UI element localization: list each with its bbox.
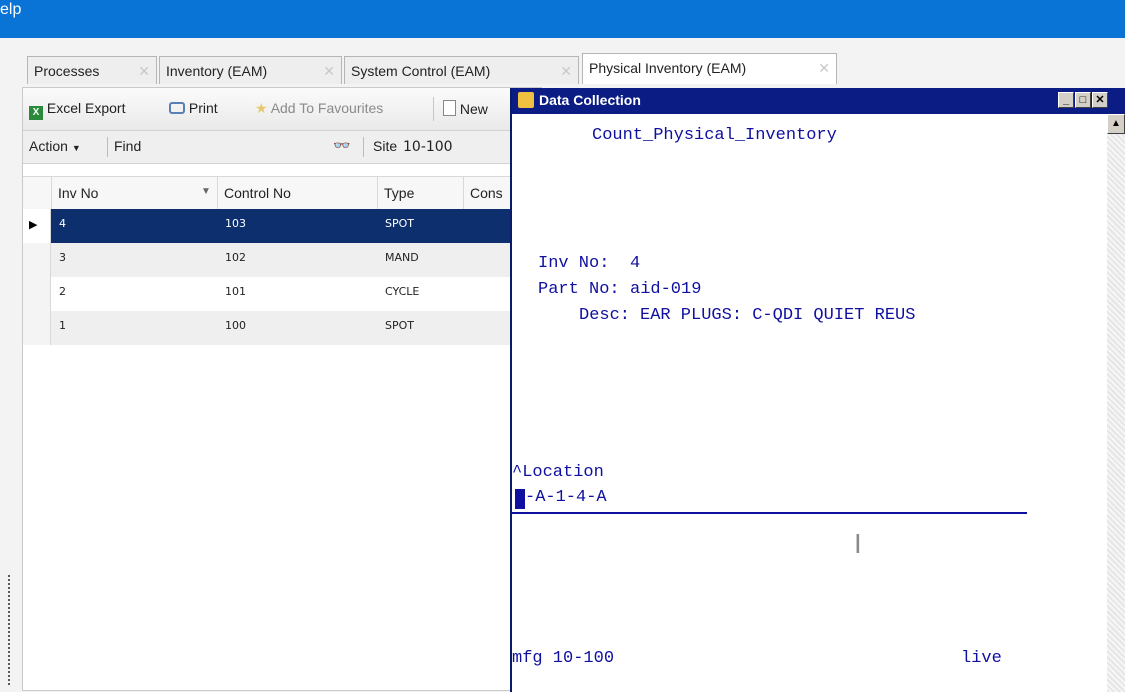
tab-label: Processes	[34, 63, 100, 79]
chevron-down-icon: ▼	[71, 143, 81, 153]
excel-icon: X	[29, 106, 43, 120]
part-no-label: Part No:	[538, 280, 620, 299]
column-header-inv-no[interactable]: Inv No	[51, 177, 217, 209]
part-no-value: aid-019	[630, 280, 702, 299]
minimize-icon[interactable]: _	[1058, 92, 1074, 108]
row-selector[interactable]: ▶	[23, 209, 51, 243]
table-row[interactable]: 1 100 SPOT	[23, 311, 543, 345]
cell-inv-no: 2	[59, 285, 66, 298]
tab-system-control-eam[interactable]: System Control (EAM) ✕	[344, 56, 579, 84]
cell-control-no: 101	[225, 285, 246, 298]
cell-inv-no: 4	[59, 217, 66, 230]
glasses-icon[interactable]: 👓	[333, 137, 350, 154]
tab-processes[interactable]: Processes ✕	[27, 56, 157, 84]
close-icon[interactable]: ✕	[138, 57, 150, 85]
program-title: Count_Physical_Inventory	[592, 126, 837, 145]
row-selector[interactable]	[23, 311, 51, 345]
find-button[interactable]: Find	[114, 138, 141, 154]
grid-header: Inv No ▼ Control No Type Cons	[23, 176, 543, 210]
tab-label: System Control (EAM)	[351, 63, 491, 79]
row-selector[interactable]	[23, 277, 51, 311]
close-icon[interactable]: ✕	[323, 57, 335, 85]
window-titlebar[interactable]: Data Collection _ □ ✕	[512, 88, 1125, 114]
printer-icon	[169, 102, 185, 114]
new-document-icon	[443, 100, 456, 116]
cell-type: MAND	[385, 251, 419, 264]
vertical-scrollbar[interactable]: ▲	[1107, 114, 1125, 692]
location-value: -A-1-4-A	[525, 488, 607, 507]
table-row[interactable]: ▶ 4 103 SPOT	[23, 209, 543, 243]
scroll-up-icon[interactable]: ▲	[1107, 114, 1125, 134]
excel-export-button[interactable]: X Excel Export	[29, 100, 125, 120]
action-dropdown[interactable]: Action ▼	[29, 138, 81, 154]
data-collection-window[interactable]: Data Collection _ □ ✕ Count_Physical_Inv…	[510, 88, 1125, 692]
inv-no-label: Inv No:	[538, 254, 610, 273]
row-selector[interactable]	[23, 243, 51, 277]
table-row[interactable]: 3 102 MAND	[23, 243, 543, 277]
cell-control-no: 103	[225, 217, 246, 230]
desc-label: Desc:	[579, 306, 631, 325]
current-row-arrow-icon: ▶	[29, 218, 38, 231]
toolbar: X Excel Export Print ★ Add To Favourites…	[23, 88, 543, 131]
toolbar-separator	[433, 97, 434, 121]
close-icon[interactable]: ✕	[818, 54, 830, 82]
location-label: ^Location	[512, 463, 604, 482]
tab-label: Inventory (EAM)	[166, 63, 268, 79]
tab-inventory-eam[interactable]: Inventory (EAM) ✕	[159, 56, 342, 84]
cell-inv-no: 3	[59, 251, 66, 264]
cell-type: SPOT	[385, 319, 414, 332]
site-field[interactable]: 10-100	[403, 139, 453, 155]
maximize-icon[interactable]: □	[1075, 92, 1091, 108]
physical-inventory-panel: X Excel Export Print ★ Add To Favourites…	[22, 87, 543, 691]
ibeam-cursor-icon: I	[854, 530, 862, 560]
column-header-type[interactable]: Type	[377, 177, 463, 209]
status-environment: live	[961, 649, 1002, 668]
cell-control-no: 100	[225, 319, 246, 332]
status-site: mfg 10-100	[512, 649, 615, 668]
cell-inv-no: 1	[59, 319, 66, 332]
cell-type: CYCLE	[385, 285, 420, 298]
text-cursor	[515, 489, 525, 509]
separator	[107, 137, 108, 157]
column-header-control-no[interactable]: Control No	[217, 177, 377, 209]
separator	[363, 137, 364, 157]
location-field[interactable]: -A-1-4-A	[512, 486, 1027, 514]
splitter-handle[interactable]	[0, 575, 10, 685]
row-header-corner	[23, 177, 51, 209]
desc-value: EAR PLUGS: C-QDI QUIET REUS	[640, 306, 916, 325]
print-button[interactable]: Print	[169, 100, 218, 116]
action-bar: Action ▼ Find 👓 Site 10-100	[23, 131, 543, 164]
add-to-favourites-button[interactable]: ★ Add To Favourites	[255, 100, 383, 117]
new-button[interactable]: New	[443, 100, 488, 117]
terminal-app-icon	[518, 92, 534, 108]
tab-physical-inventory-eam[interactable]: Physical Inventory (EAM) ✕	[582, 53, 837, 84]
tab-label: Physical Inventory (EAM)	[589, 60, 747, 76]
sort-chevron-icon: ▼	[201, 186, 211, 197]
close-icon[interactable]: ✕	[560, 57, 572, 85]
cell-control-no: 102	[225, 251, 246, 264]
star-icon: ★	[255, 100, 268, 116]
window-title: Data Collection	[539, 92, 641, 108]
inv-no-value: 4	[630, 254, 641, 273]
cell-type: SPOT	[385, 217, 414, 230]
table-row[interactable]: 2 101 CYCLE	[23, 277, 543, 311]
menubar: elp	[0, 0, 1125, 38]
site-label: Site	[373, 138, 398, 154]
help-menu[interactable]: elp	[0, 0, 21, 20]
close-window-icon[interactable]: ✕	[1092, 92, 1108, 108]
